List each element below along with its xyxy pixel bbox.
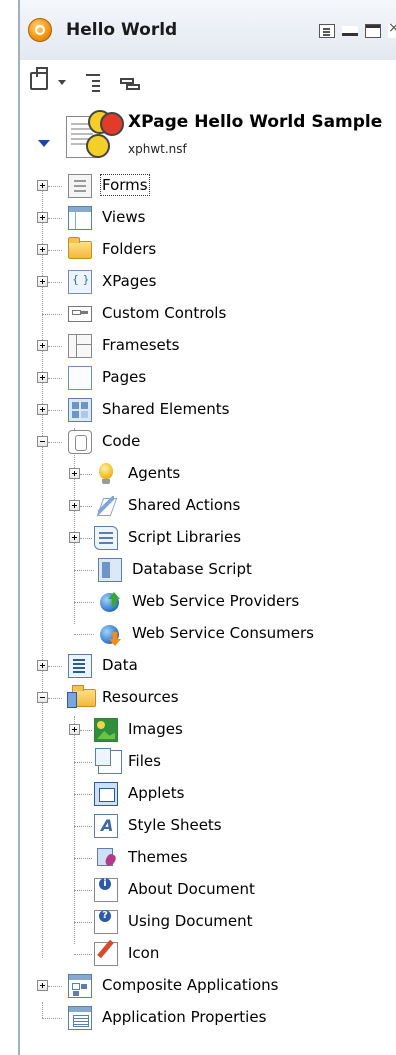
- code-icon: [68, 430, 92, 454]
- expand-icon[interactable]: [69, 468, 80, 479]
- panel-title: Hello World: [66, 20, 178, 40]
- view-icon: [68, 206, 92, 230]
- tree-item-label: Data: [102, 656, 138, 674]
- new-icon[interactable]: [30, 67, 48, 90]
- document-icon[interactable]: [319, 24, 335, 38]
- database-icon: [66, 110, 124, 164]
- web-service-consumer-icon: [98, 622, 122, 646]
- expand-icon[interactable]: [37, 180, 48, 191]
- tree-item-label: Using Document: [128, 912, 253, 930]
- panel-toolbar: [20, 62, 396, 102]
- expand-arrow-icon[interactable]: [38, 140, 50, 147]
- dropdown-arrow-icon[interactable]: [58, 80, 66, 85]
- tree-item-label: Icon: [128, 944, 160, 962]
- expand-icon[interactable]: [69, 532, 80, 543]
- composite-application-icon: [68, 974, 92, 998]
- files-icon: [95, 748, 122, 774]
- panel-titlebar: Hello World: [20, 0, 396, 60]
- tree-item-label: Framesets: [102, 336, 180, 354]
- tree-item-label: Views: [102, 208, 146, 226]
- folder-icon: [68, 237, 92, 259]
- using-document-icon: [94, 910, 118, 934]
- lightning-bolt-icon: [94, 494, 118, 518]
- link-icon[interactable]: [120, 72, 142, 94]
- tree-item-label: Script Libraries: [128, 528, 242, 546]
- frameset-icon: [68, 334, 92, 358]
- close-icon[interactable]: [388, 20, 396, 38]
- expand-icon[interactable]: [37, 340, 48, 351]
- data-icon: [68, 654, 92, 678]
- tree-item-label: XPages: [102, 272, 157, 290]
- tree-item-label: Applets: [128, 784, 185, 802]
- tree-item-label: Application Properties: [102, 1008, 267, 1026]
- application-properties-icon: [68, 1006, 92, 1030]
- tree-item-label: Resources: [102, 688, 179, 706]
- form-icon: [68, 174, 92, 198]
- tree-item-label: Shared Elements: [102, 400, 230, 418]
- expand-icon[interactable]: [37, 276, 48, 287]
- tree-item-label: Database Script: [132, 560, 252, 578]
- tree-item-label: Shared Actions: [128, 496, 241, 514]
- resources-folder-icon: [67, 685, 96, 708]
- style-sheet-icon: [94, 814, 118, 838]
- minimize-icon[interactable]: [342, 26, 358, 36]
- page-icon: [68, 366, 92, 390]
- database-title: XPage Hello World Sample: [128, 112, 383, 132]
- tree-item-label: Composite Applications: [102, 976, 279, 994]
- expand-icon[interactable]: [69, 500, 80, 511]
- tree-item-label: Files: [128, 752, 161, 770]
- tree-item-label: Code: [102, 432, 141, 450]
- tree-item-label: Folders: [102, 240, 157, 258]
- tree-item-label: Pages: [102, 368, 147, 386]
- about-document-icon: [94, 878, 118, 902]
- tree-item-label: Agents: [128, 464, 181, 482]
- tree-item-label: About Document: [128, 880, 255, 898]
- theme-icon: [94, 846, 118, 870]
- tree-item-label: Style Sheets: [128, 816, 222, 834]
- shared-elements-icon: [68, 398, 92, 422]
- collapse-icon[interactable]: [37, 436, 48, 447]
- expand-icon[interactable]: [37, 404, 48, 415]
- tree-item-label: Web Service Consumers: [132, 624, 314, 642]
- custom-control-icon: [68, 306, 92, 322]
- tree-item-label: Web Service Providers: [132, 592, 300, 610]
- maximize-icon[interactable]: [365, 24, 381, 38]
- expand-icon[interactable]: [37, 980, 48, 991]
- expand-icon[interactable]: [37, 660, 48, 671]
- tree-item-label: Forms: [100, 174, 150, 196]
- designer-icon: [28, 18, 52, 42]
- database-script-icon: [98, 558, 122, 582]
- xpage-icon: [68, 270, 92, 294]
- expand-icon[interactable]: [37, 244, 48, 255]
- design-tree: Forms Views Folders XPages Custom Contro…: [20, 170, 396, 1055]
- pencil-icon: [94, 942, 118, 966]
- web-service-provider-icon: [98, 590, 122, 614]
- tree-item-label: Custom Controls: [102, 304, 227, 322]
- expand-icon[interactable]: [69, 724, 80, 735]
- agent-icon: [94, 462, 118, 486]
- expand-icon[interactable]: [37, 212, 48, 223]
- applet-icon: [94, 782, 118, 806]
- expand-icon[interactable]: [37, 372, 48, 383]
- collapse-icon[interactable]: [37, 692, 48, 703]
- collapse-all-icon[interactable]: [86, 72, 108, 94]
- image-icon: [94, 718, 118, 742]
- window-controls: [319, 20, 396, 40]
- database-header[interactable]: XPage Hello World Sample xphwt.nsf: [20, 106, 396, 166]
- database-filename: xphwt.nsf: [128, 142, 187, 156]
- tree-item-label: Themes: [128, 848, 188, 866]
- tree-item-label: Images: [128, 720, 183, 738]
- script-library-icon: [94, 526, 118, 550]
- applications-panel: Hello World X: [18, 0, 396, 1055]
